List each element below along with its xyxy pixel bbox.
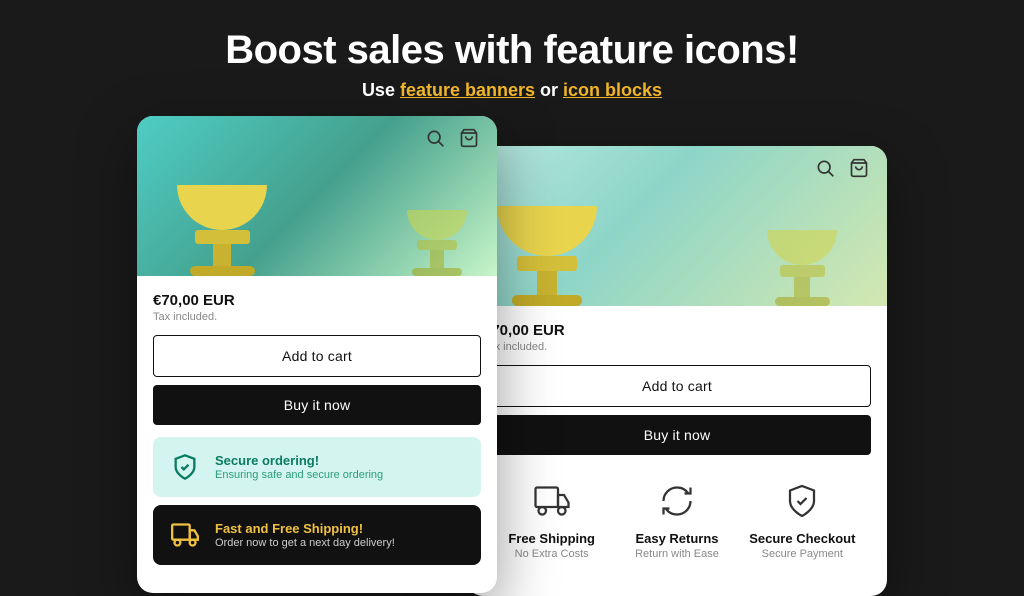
shipping-subtitle: Order now to get a next day delivery! [215, 537, 395, 549]
secure-block-title: Secure Checkout [749, 531, 855, 546]
card-left-nav [409, 116, 497, 158]
buy-now-button-left[interactable]: Buy it now [153, 385, 481, 425]
add-to-cart-button-right[interactable]: Add to cart [483, 365, 871, 407]
cart-icon[interactable] [459, 128, 481, 150]
free-shipping-icon [530, 479, 574, 523]
truck-icon [167, 517, 203, 553]
secure-checkout-icon [780, 479, 824, 523]
secure-ordering-banner: Secure ordering! Ensuring safe and secur… [153, 437, 481, 497]
icon-block-returns: Easy Returns Return with Ease [616, 479, 737, 560]
header-subtitle: Use feature banners or icon blocks [20, 80, 1004, 101]
buy-now-button-right[interactable]: Buy it now [483, 415, 871, 455]
card-right: €70,00 EUR Tax included. Add to cart Buy… [467, 146, 887, 596]
icon-blocks-link[interactable]: icon blocks [563, 80, 662, 100]
shipping-block-subtitle: No Extra Costs [515, 548, 589, 560]
shipping-text: Fast and Free Shipping! Order now to get… [215, 521, 395, 549]
card-left-content: €70,00 EUR Tax included. Add to cart Buy… [137, 276, 497, 593]
returns-block-title: Easy Returns [635, 531, 718, 546]
secure-block-subtitle: Secure Payment [762, 548, 843, 560]
feature-banners-link[interactable]: feature banners [400, 80, 535, 100]
subtitle-or: or [535, 80, 563, 100]
page-title: Boost sales with feature icons! [20, 28, 1004, 72]
icon-block-shipping: Free Shipping No Extra Costs [491, 479, 612, 560]
price-tax-left: Tax included. [153, 311, 481, 323]
returns-block-subtitle: Return with Ease [635, 548, 719, 560]
secure-ordering-text: Secure ordering! Ensuring safe and secur… [215, 453, 383, 481]
search-icon-right[interactable] [815, 158, 837, 180]
cards-container: €70,00 EUR Tax included. Add to cart Buy… [137, 116, 887, 596]
search-icon[interactable] [425, 128, 447, 150]
price-label-right: €70,00 EUR [483, 322, 871, 339]
secure-ordering-subtitle: Ensuring safe and secure ordering [215, 469, 383, 481]
header: Boost sales with feature icons! Use feat… [0, 0, 1024, 121]
shipping-banner: Fast and Free Shipping! Order now to get… [153, 505, 481, 565]
secure-ordering-title: Secure ordering! [215, 453, 383, 468]
subtitle-text: Use [362, 80, 400, 100]
card-left: €70,00 EUR Tax included. Add to cart Buy… [137, 116, 497, 593]
icon-block-secure: Secure Checkout Secure Payment [742, 479, 863, 560]
shipping-title: Fast and Free Shipping! [215, 521, 395, 536]
card-right-content: €70,00 EUR Tax included. Add to cart Buy… [467, 306, 887, 596]
shipping-block-title: Free Shipping [508, 531, 595, 546]
card-right-nav [799, 146, 887, 188]
cart-icon-right[interactable] [849, 158, 871, 180]
price-label-left: €70,00 EUR [153, 292, 481, 309]
shield-check-icon [167, 449, 203, 485]
add-to-cart-button-left[interactable]: Add to cart [153, 335, 481, 377]
price-tax-right: Tax included. [483, 341, 871, 353]
easy-returns-icon [655, 479, 699, 523]
icon-blocks-row: Free Shipping No Extra Costs Easy Return… [483, 467, 871, 576]
